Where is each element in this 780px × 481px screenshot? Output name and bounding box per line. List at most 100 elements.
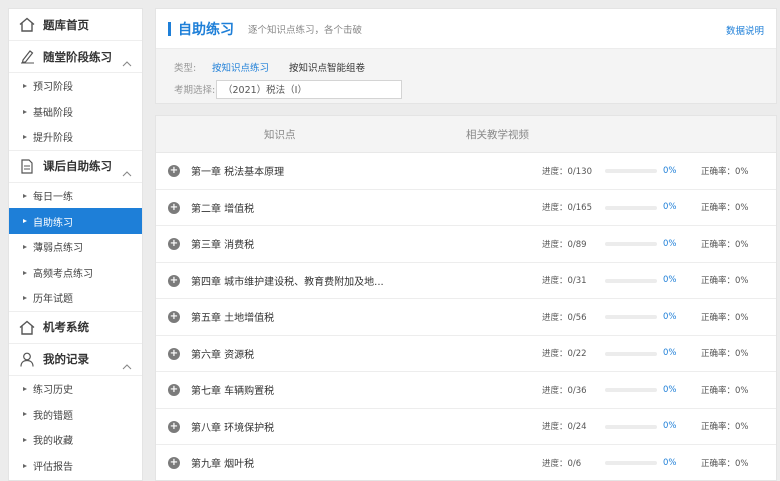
list-tabs: 知识点 相关教学视频	[156, 116, 776, 153]
chapter-rows: + 第一章 税法基本原理 进度：0/130 0% 正确率：0% + 第二章 增值税进度：0/…	[156, 153, 776, 481]
title-accent-bar	[168, 21, 171, 36]
progress-bar	[605, 388, 657, 392]
expand-plus-icon[interactable]: +	[168, 384, 180, 396]
sidebar-item-weak-points[interactable]: 薄弱点练习	[9, 234, 142, 260]
chevron-up-icon	[122, 355, 132, 374]
chapter-progress: 进度：0/56	[542, 312, 587, 323]
progress-percent: 0%	[663, 275, 677, 286]
type-option-by-point[interactable]: 按知识点练习	[212, 60, 269, 74]
type-label: 类型:	[174, 63, 197, 74]
period-filter: 考期选择: （2021）税法（Ⅰ）	[156, 79, 776, 99]
chapter-accuracy: 正确率：0%	[701, 166, 749, 177]
chapter-name[interactable]: 第七章 车辆购置税	[191, 382, 274, 397]
tab-knowledge-points[interactable]: 知识点	[264, 127, 296, 142]
chapter-row[interactable]: + 第一章 税法基本原理 进度：0/130 0% 正确率：0%	[156, 153, 776, 190]
chapter-name[interactable]: 第四章 城市维护建设税、教育费附加及地...	[191, 273, 384, 288]
chapter-progress: 进度：0/22	[542, 349, 587, 360]
user-icon	[19, 351, 35, 367]
sidebar-item-daily[interactable]: 每日一练	[9, 183, 142, 209]
section-title: 课后自助练习	[43, 159, 112, 174]
chapter-name[interactable]: 第二章 增值税	[191, 200, 254, 215]
page-title: 自助练习	[178, 21, 234, 38]
progress-bar	[605, 424, 657, 429]
sidebar-item-report[interactable]: 评估报告	[9, 453, 142, 479]
chapter-row[interactable]: + 第六章 资源税 进度：0/22 0% 正确率：0%	[156, 336, 776, 372]
expand-plus-icon[interactable]: +	[168, 238, 180, 250]
section-title: 随堂阶段练习	[43, 49, 112, 64]
tab-related-videos[interactable]: 相关教学视频	[466, 127, 529, 142]
section-class-practice: 随堂阶段练习 预习阶段 基础阶段 提升阶段	[9, 41, 142, 151]
chapter-name[interactable]: 第八章 环境保护税	[191, 419, 274, 434]
chapter-progress: 进度：0/31	[542, 276, 587, 287]
chapter-row[interactable]: + 第七章 车辆购置税 进度：0/36 0% 正确率：0%	[156, 372, 776, 409]
data-explanation-link[interactable]: 数据说明	[726, 23, 764, 37]
section-records: 我的记录 练习历史 我的错题 我的收藏 评估报告	[9, 344, 142, 478]
chapter-progress: 进度：0/130	[542, 166, 592, 177]
chapter-progress: 进度：0/24	[542, 422, 587, 433]
progress-percent: 0%	[663, 384, 677, 395]
chapter-progress: 进度：0/6	[542, 458, 582, 469]
title-bar: 自助练习 逐个知识点练习，各个击破 数据说明	[156, 9, 776, 49]
chapter-accuracy: 正确率：0%	[701, 385, 749, 396]
progress-bar	[605, 278, 657, 283]
chapter-name[interactable]: 第五章 土地增值税	[191, 309, 274, 324]
sidebar-item-self-practice[interactable]: 自助练习	[9, 208, 142, 234]
home-icon	[19, 17, 35, 33]
home-icon	[19, 319, 35, 335]
expand-plus-icon[interactable]: +	[168, 311, 180, 323]
progress-percent: 0%	[663, 421, 677, 432]
period-label: 考期选择:	[174, 85, 216, 96]
progress-bar	[605, 315, 657, 319]
chapter-accuracy: 正确率：0%	[701, 422, 749, 433]
period-select[interactable]: （2021）税法（Ⅰ）	[216, 79, 402, 99]
document-icon	[19, 158, 35, 174]
progress-bar	[605, 169, 657, 173]
sidebar-exam-system[interactable]: 机考系统	[9, 312, 142, 344]
expand-plus-icon[interactable]: +	[168, 420, 180, 433]
chapter-row[interactable]: + 第三章 消费税 进度：0/89 0% 正确率：0%	[156, 226, 776, 263]
chapter-accuracy: 正确率：0%	[701, 458, 749, 469]
chapter-accuracy: 正确率：0%	[701, 349, 749, 360]
chapter-progress: 进度：0/89	[542, 239, 587, 250]
expand-plus-icon[interactable]: +	[168, 165, 180, 177]
sidebar-item-favorites[interactable]: 我的收藏	[9, 427, 142, 453]
expand-plus-icon[interactable]: +	[168, 457, 180, 469]
chapter-row[interactable]: + 第五章 土地增值税 进度：0/56 0% 正确率：0%	[156, 299, 776, 336]
sidebar-item-advanced[interactable]: 提升阶段	[9, 124, 142, 150]
chevron-up-icon	[122, 52, 132, 71]
progress-percent: 0%	[663, 202, 677, 213]
sidebar-item-preview[interactable]: 预习阶段	[9, 73, 142, 99]
progress-percent: 0%	[663, 348, 677, 359]
sidebar-home[interactable]: 题库首页	[9, 9, 142, 41]
chapter-row[interactable]: + 第四章 城市维护建设税、教育费附加及地... 进度：0/31 0% 正确率：0%	[156, 263, 776, 299]
page-description: 逐个知识点练习，各个击破	[248, 24, 363, 36]
expand-plus-icon[interactable]: +	[168, 274, 180, 287]
progress-percent: 0%	[663, 238, 677, 249]
chapter-row[interactable]: + 第九章 烟叶税 进度：0/6 0% 正确率：0%	[156, 445, 776, 481]
expand-plus-icon[interactable]: +	[168, 347, 180, 360]
type-option-smart-paper[interactable]: 按知识点智能组卷	[289, 60, 365, 74]
sidebar-item-basic[interactable]: 基础阶段	[9, 99, 142, 125]
chapter-name[interactable]: 第一章 税法基本原理	[191, 163, 284, 178]
progress-percent: 0%	[663, 311, 677, 322]
chevron-up-icon	[122, 162, 132, 181]
chapter-row[interactable]: + 第二章 增值税 进度：0/165 0% 正确率：0%	[156, 190, 776, 226]
chapter-list-panel: 知识点 相关教学视频 + 第一章 税法基本原理 进度：0/130 0% 正确率：0% + 第…	[155, 115, 777, 481]
chapter-row[interactable]: + 第八章 环境保护税 进度：0/24 0% 正确率：0%	[156, 409, 776, 445]
section-header-class-practice[interactable]: 随堂阶段练习	[9, 41, 142, 73]
chapter-name[interactable]: 第九章 烟叶税	[191, 455, 254, 470]
section-header-records[interactable]: 我的记录	[9, 344, 142, 376]
sidebar-item-past-exams[interactable]: 历年试题	[9, 285, 142, 311]
pen-icon	[19, 49, 35, 65]
sidebar-item-wrong-questions[interactable]: 我的错题	[9, 401, 142, 427]
chapter-accuracy: 正确率：0%	[701, 312, 749, 323]
sidebar-item-high-frequency[interactable]: 高频考点练习	[9, 260, 142, 286]
section-title: 我的记录	[43, 352, 89, 367]
expand-plus-icon[interactable]: +	[168, 201, 180, 214]
sidebar-item-history[interactable]: 练习历史	[9, 376, 142, 402]
progress-percent: 0%	[663, 457, 677, 468]
section-header-self-practice[interactable]: 课后自助练习	[9, 151, 142, 183]
chapter-name[interactable]: 第六章 资源税	[191, 346, 254, 361]
progress-bar	[605, 461, 657, 465]
chapter-name[interactable]: 第三章 消费税	[191, 236, 254, 251]
